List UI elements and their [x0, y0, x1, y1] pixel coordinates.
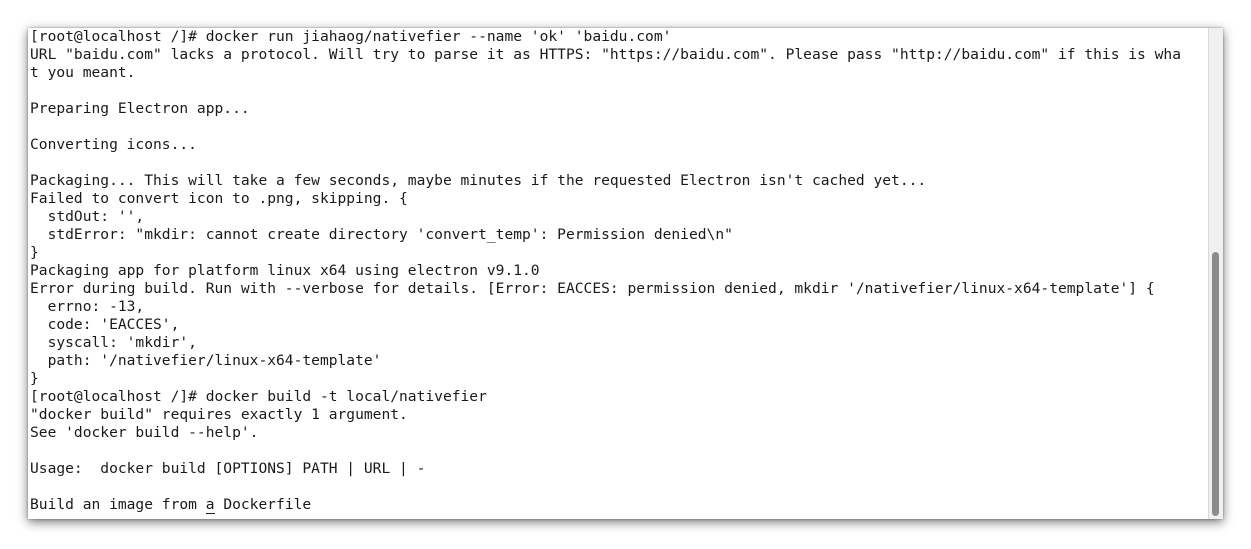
terminal-line: } — [30, 370, 39, 387]
terminal-line: t you meant. — [30, 64, 136, 81]
terminal-line: stdError: "mkdir: cannot create director… — [30, 226, 733, 243]
text-cursor: a — [205, 496, 215, 514]
terminal-line: errno: -13, — [30, 298, 145, 315]
terminal-line: } — [30, 244, 39, 261]
line-text-after-cursor: Dockerfile — [214, 496, 312, 513]
terminal-window: [root@localhost /]# docker run jiahaog/n… — [28, 28, 1223, 519]
terminal-output[interactable]: [root@localhost /]# docker run jiahaog/n… — [30, 28, 1208, 519]
terminal-line: Failed to convert icon to .png, skipping… — [30, 190, 408, 207]
scrollbar-thumb[interactable] — [1212, 252, 1219, 516]
terminal-line: code: 'EACCES', — [30, 316, 180, 333]
terminal-line: Converting icons... — [30, 136, 197, 153]
terminal-line: syscall: 'mkdir', — [30, 334, 197, 351]
terminal-line: Preparing Electron app... — [30, 100, 250, 117]
terminal-line: Error during build. Run with --verbose f… — [30, 280, 1155, 297]
terminal-line: Usage: docker build [OPTIONS] PATH | URL… — [30, 460, 426, 477]
terminal-line: Packaging app for platform linux x64 usi… — [30, 262, 540, 279]
vertical-scrollbar[interactable] — [1208, 28, 1223, 519]
terminal-line: [root@localhost /]# docker build -t loca… — [30, 388, 487, 405]
terminal-line: path: '/nativefier/linux-x64-template' — [30, 352, 382, 369]
terminal-line: [root@localhost /]# docker run jiahaog/n… — [30, 28, 672, 45]
terminal-line: "docker build" requires exactly 1 argume… — [30, 406, 408, 423]
terminal-line: See 'docker build --help'. — [30, 424, 259, 441]
terminal-line-current: Build an image from a Dockerfile — [30, 496, 1208, 514]
terminal-line: URL "baidu.com" lacks a protocol. Will t… — [30, 46, 1181, 63]
terminal-line: Packaging... This will take a few second… — [30, 172, 927, 189]
line-text-before-cursor: Build an image from — [30, 496, 206, 513]
terminal-line: stdOut: '', — [30, 208, 145, 225]
